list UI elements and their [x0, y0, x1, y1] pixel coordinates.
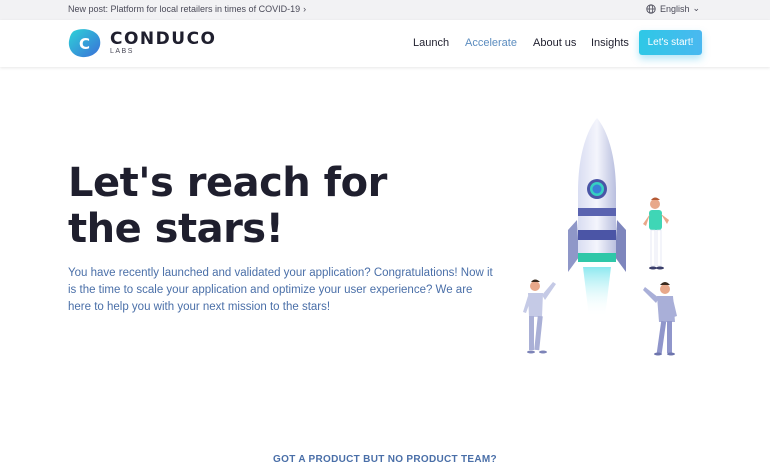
logo-letter: C: [79, 35, 90, 53]
nav-launch[interactable]: Launch: [413, 37, 449, 49]
conduco-logo-icon: C: [68, 29, 101, 58]
language-selector[interactable]: English ⌄: [646, 3, 700, 14]
logo-wordmark: CONDUCO: [110, 28, 217, 49]
product-team-section-link[interactable]: GOT A PRODUCT BUT NO PRODUCT TEAM?: [0, 454, 770, 465]
person-figure-2: [523, 279, 556, 354]
chevron-down-icon: ⌄: [692, 3, 701, 13]
language-label: English: [660, 3, 690, 14]
logo-subtitle: LABS: [110, 47, 134, 55]
nav-accelerate[interactable]: Accelerate: [465, 37, 517, 49]
announcement-bar: New post: Platform for local retailers i…: [0, 0, 770, 20]
person-figure-1: [643, 197, 669, 270]
globe-icon: [646, 3, 656, 14]
announcement-link[interactable]: New post: Platform for local retailers i…: [68, 4, 306, 14]
announcement-text: New post: Platform for local retailers i…: [68, 4, 301, 14]
lets-start-button[interactable]: Let's start!: [639, 30, 702, 55]
logo-text: CONDUCO LABS: [110, 28, 217, 56]
hero-title: Let's reach for the stars!: [68, 160, 387, 252]
nav-about-us[interactable]: About us: [533, 37, 576, 49]
chevron-right-icon: ›: [303, 4, 307, 14]
rocket-launch-illustration: [523, 118, 677, 356]
nav-insights[interactable]: Insights: [591, 37, 629, 49]
hero-description: You have recently launched and validated…: [68, 267, 493, 313]
person-figure-3: [643, 282, 677, 356]
logo[interactable]: C CONDUCO LABS: [68, 28, 217, 58]
